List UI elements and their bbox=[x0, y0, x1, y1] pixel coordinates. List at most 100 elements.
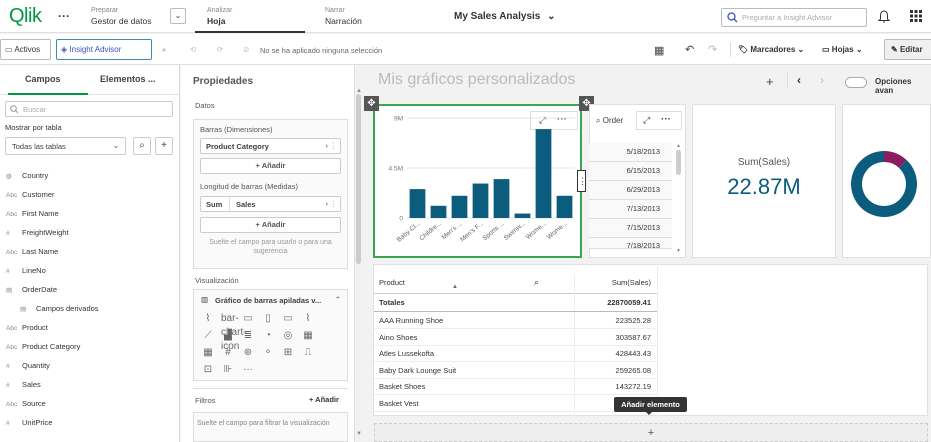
properties-scrollbar[interactable] bbox=[356, 94, 361, 264]
date-list-item[interactable]: 7/18/2013 bbox=[589, 238, 672, 249]
tab-master-items[interactable]: Elementos ... bbox=[100, 74, 156, 84]
drag-handle-icon[interactable]: ⋮ bbox=[330, 199, 338, 208]
prepare-dropdown-button[interactable]: ⌄ bbox=[170, 8, 186, 24]
dimension-item[interactable]: Product Category › ⋮ bbox=[200, 138, 341, 154]
search-icon[interactable]: ⌕ bbox=[534, 277, 539, 288]
bullet-chart-icon[interactable]: ▯ bbox=[261, 312, 275, 326]
combo-chart-icon[interactable]: ▟ bbox=[221, 329, 235, 343]
field-item[interactable]: Abc Product bbox=[6, 323, 48, 339]
kpi-icon[interactable]: # bbox=[221, 346, 235, 360]
bar[interactable] bbox=[430, 205, 447, 218]
gauge-icon[interactable]: ◔ bbox=[261, 329, 275, 343]
treemap-icon[interactable]: ⊞ bbox=[281, 346, 295, 360]
sheet-title[interactable]: Mis gráficos personalizados bbox=[378, 71, 575, 89]
field-item[interactable]: # Quantity bbox=[6, 361, 50, 377]
edit-sheet-button[interactable]: ✎ Editar bbox=[884, 39, 931, 60]
add-element-button[interactable]: + bbox=[374, 423, 928, 442]
previous-sheet-icon[interactable]: ‹ bbox=[797, 73, 801, 87]
apps-grid-icon[interactable] bbox=[910, 10, 922, 22]
area-chart-icon[interactable]: ⟋ bbox=[201, 329, 215, 343]
qlik-logo[interactable]: Qlik bbox=[9, 5, 42, 28]
bar[interactable] bbox=[556, 195, 573, 218]
magic-chart-icon[interactable]: ⌇ bbox=[201, 312, 215, 326]
bar[interactable] bbox=[451, 195, 468, 218]
field-item[interactable]: ▤ Campos derivados bbox=[20, 304, 99, 320]
field-item[interactable]: # Sales bbox=[6, 380, 41, 396]
table-row[interactable]: Aino Shoes 303587.67 bbox=[374, 329, 657, 346]
line-chart-icon[interactable]: ⌇ bbox=[301, 312, 315, 326]
fields-search-input[interactable]: Buscar bbox=[5, 101, 173, 117]
more-options-icon[interactable]: ··· bbox=[661, 114, 671, 125]
undo-icon[interactable]: ↶ bbox=[685, 43, 694, 56]
date-list-item[interactable]: 6/29/2013 bbox=[589, 181, 672, 200]
pivot-table-icon[interactable]: ▦ bbox=[201, 346, 215, 360]
bell-icon[interactable] bbox=[878, 10, 890, 23]
date-list-item[interactable]: 6/15/2013 bbox=[589, 162, 672, 181]
search-icon[interactable]: ⌕ bbox=[596, 116, 600, 125]
bar[interactable] bbox=[493, 179, 510, 218]
bar[interactable] bbox=[514, 213, 531, 218]
field-item[interactable]: ▤ OrderDate bbox=[6, 285, 57, 301]
column-header-product[interactable]: Product bbox=[379, 278, 405, 287]
smart-search-icon[interactable]: ⌕ bbox=[162, 45, 166, 55]
map-icon[interactable]: ⊛ bbox=[241, 346, 255, 360]
advanced-options-toggle[interactable] bbox=[845, 77, 867, 88]
column-header-sales[interactable]: Sum(Sales) bbox=[612, 278, 651, 287]
bar-chart-icon[interactable]: bar-chart-icon bbox=[221, 312, 247, 352]
assets-button[interactable]: ▭ Activos bbox=[0, 39, 51, 60]
scroll-up-icon[interactable]: ▲ bbox=[356, 88, 362, 94]
date-list-item[interactable]: 5/18/2013 bbox=[589, 143, 672, 162]
more-charts-icon[interactable]: ··· bbox=[241, 363, 255, 377]
scroll-up-icon[interactable]: ▲ bbox=[676, 143, 681, 149]
date-list-item[interactable]: 7/15/2013 bbox=[589, 219, 672, 238]
field-item[interactable]: Abc Last Name bbox=[6, 247, 58, 263]
nav-prepare[interactable]: Preparar Gestor de datos bbox=[91, 5, 151, 27]
bar[interactable] bbox=[535, 129, 552, 218]
table-row[interactable]: AAA Running Shoe 223525.28 bbox=[374, 312, 657, 329]
distribution-icon[interactable]: ▭ bbox=[281, 312, 295, 326]
search-tables-button[interactable]: ⌕ bbox=[133, 137, 151, 155]
field-item[interactable]: # UnitPrice bbox=[6, 418, 52, 434]
add-filter-button[interactable]: + Añadir bbox=[309, 395, 339, 404]
field-item[interactable]: # FreightWeight bbox=[6, 228, 69, 244]
table-select[interactable]: Todas las tablas ⌄ bbox=[5, 137, 126, 155]
insight-advisor-button[interactable]: ◈ Insight Advisor bbox=[56, 39, 152, 60]
field-item[interactable]: Abc Customer bbox=[6, 190, 55, 206]
bookmarks-button[interactable]: 🏷︎ Marcadores ⌄ bbox=[738, 45, 804, 54]
scroll-down-icon[interactable]: ▼ bbox=[356, 431, 362, 437]
field-item[interactable]: Abc Product Category bbox=[6, 342, 80, 358]
image-icon[interactable]: ⊡ bbox=[201, 363, 215, 377]
bar[interactable] bbox=[409, 189, 426, 218]
table-row[interactable]: Baby Dark Lounge Suit 259265.08 bbox=[374, 362, 657, 379]
visualization-select[interactable]: ▥ Gráfico de barras apiladas v... ⌃ bbox=[198, 293, 343, 309]
measure-item[interactable]: Sum Sales › ⋮ bbox=[200, 196, 341, 212]
add-sheet-icon[interactable]: + bbox=[766, 74, 774, 89]
sheets-button[interactable]: ▭ Hojas ⌄ bbox=[822, 45, 863, 54]
tab-fields[interactable]: Campos bbox=[25, 74, 61, 84]
table-icon[interactable]: ▦ bbox=[301, 329, 315, 343]
add-measure-button[interactable]: + Añadir bbox=[200, 217, 341, 233]
table-row[interactable]: Atles Lussekofta 428443.43 bbox=[374, 345, 657, 362]
expand-icon[interactable]: ⤢ bbox=[643, 115, 650, 126]
boxplot-icon[interactable]: ▭ bbox=[241, 312, 255, 326]
scroll-down-icon[interactable]: ▼ bbox=[676, 248, 681, 254]
add-dimension-button[interactable]: + Añadir bbox=[200, 158, 341, 174]
nav-narrate[interactable]: Narrar Narración bbox=[325, 5, 362, 27]
date-list-item[interactable]: 7/13/2013 bbox=[589, 200, 672, 219]
bar[interactable] bbox=[472, 183, 489, 218]
donut-icon[interactable]: ◎ bbox=[281, 329, 295, 343]
field-item[interactable]: # LineNo bbox=[6, 266, 46, 282]
grid-view-icon[interactable]: ▦ bbox=[654, 44, 664, 57]
field-item[interactable]: ◍ Country bbox=[6, 171, 48, 187]
field-item[interactable]: Abc Source bbox=[6, 399, 46, 415]
nav-analyze[interactable]: Analizar Hoja bbox=[207, 5, 232, 27]
app-title[interactable]: My Sales Analysis ⌄ bbox=[454, 11, 556, 22]
waterfall-icon[interactable]: ⎍ bbox=[301, 346, 315, 360]
insight-search-input[interactable]: Preguntar a Insight Advisor bbox=[721, 8, 867, 27]
field-item[interactable]: Abc First Name bbox=[6, 209, 59, 225]
date-scrollbar[interactable] bbox=[676, 150, 681, 175]
more-menu-icon[interactable]: ··· bbox=[58, 9, 70, 23]
filter-pane-icon[interactable]: ≣ bbox=[241, 329, 255, 343]
drag-handle-icon[interactable]: ⋮ bbox=[330, 141, 338, 150]
mekko-icon[interactable]: ⊪ bbox=[221, 363, 235, 377]
